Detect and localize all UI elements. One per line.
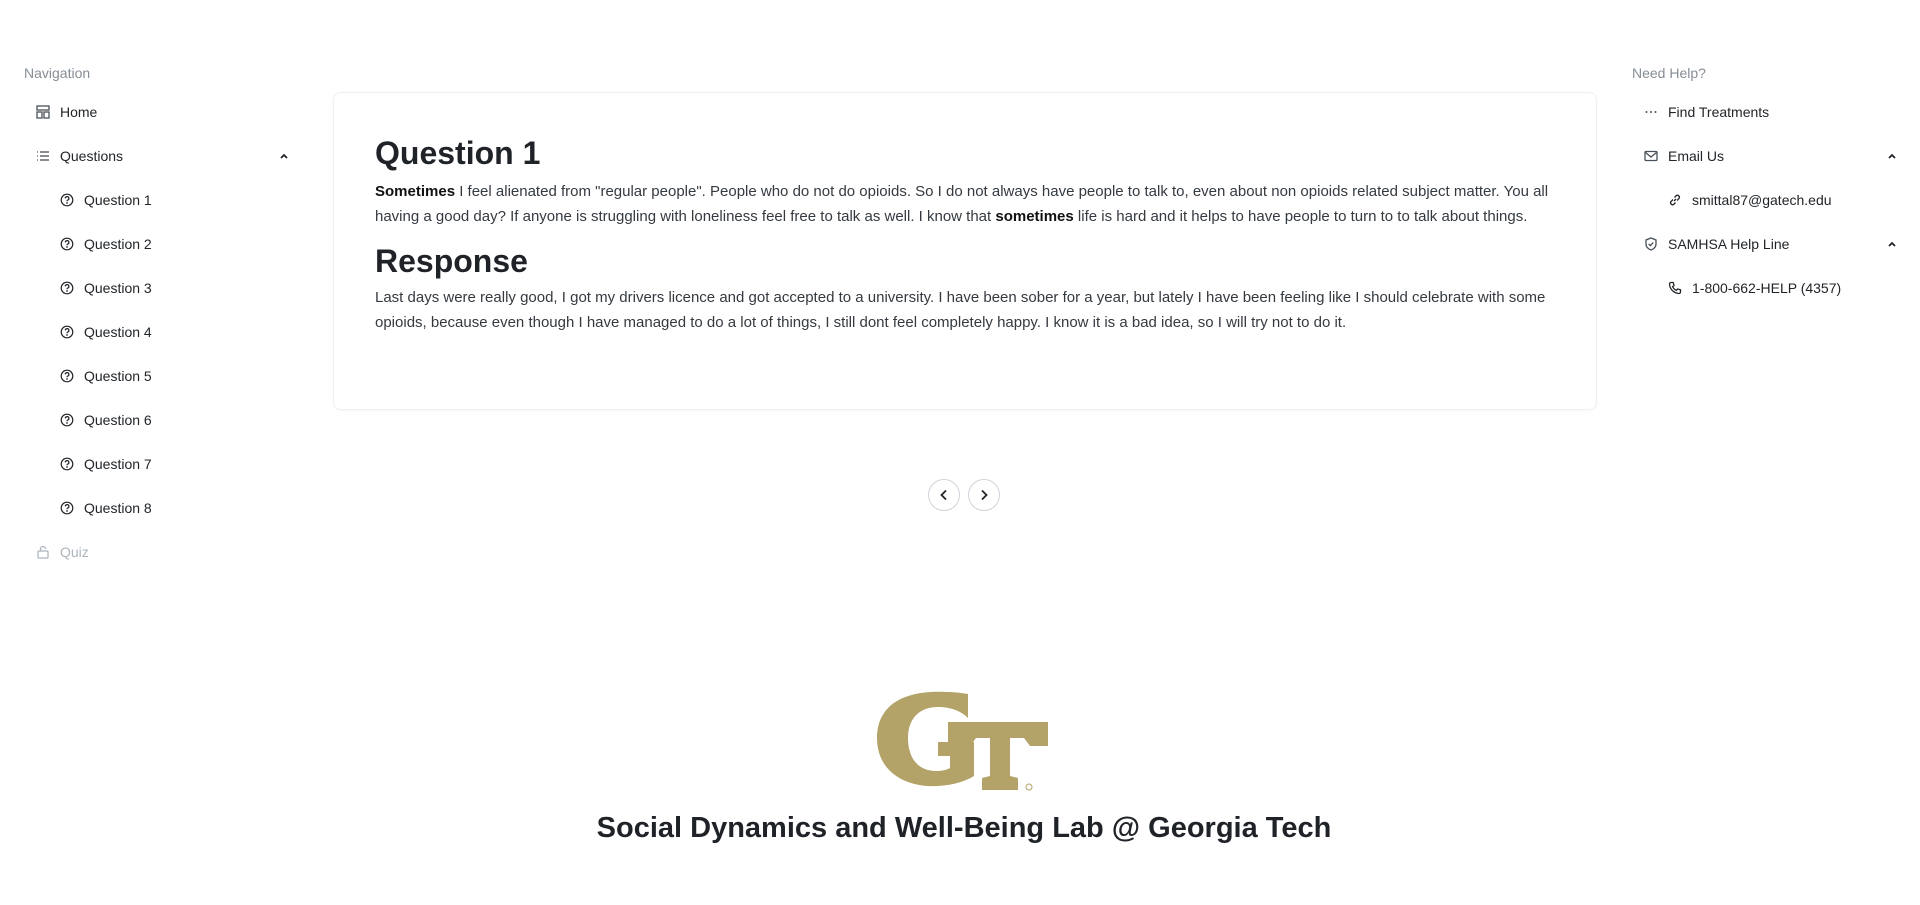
phone-number: 1-800-662-HELP (4357): [1692, 280, 1842, 296]
question-circle-icon: [60, 457, 74, 471]
nav-item-questions-label: Questions: [60, 148, 124, 164]
shield-check-icon: [1644, 237, 1658, 251]
question-highlight: Sometimes: [375, 183, 456, 200]
lab-title: Social Dynamics and Well-Being Lab @ Geo…: [596, 812, 1332, 844]
nav-item-question-2-label: Question 2: [84, 236, 152, 252]
nav-item-email-us[interactable]: Email Us: [1632, 134, 1908, 178]
nav-item-question-1[interactable]: Question 1: [24, 178, 300, 222]
email-address-link[interactable]: smittal87@gatech.edu: [1632, 178, 1908, 222]
question-text: Sometimes I feel alienated from "regular…: [375, 179, 1555, 229]
nav-item-home-label: Home: [60, 104, 98, 120]
nav-item-question-6-label: Question 6: [84, 412, 152, 428]
phone-icon: [1668, 281, 1682, 295]
question-circle-icon: [60, 501, 74, 515]
nav-item-quiz-label: Quiz: [60, 544, 89, 560]
next-button[interactable]: [968, 479, 1000, 511]
chevron-up-icon[interactable]: [1886, 238, 1898, 250]
nav-item-question-5-label: Question 5: [84, 368, 152, 384]
nav-item-question-3[interactable]: Question 3: [24, 266, 300, 310]
samhsa-help-line-label: SAMHSA Help Line: [1668, 236, 1790, 252]
help-heading: Need Help?: [1632, 65, 1706, 81]
nav-item-question-8-label: Question 8: [84, 500, 152, 516]
find-treatments-label: Find Treatments: [1668, 104, 1770, 120]
lock-open-icon: [36, 545, 50, 559]
dashboard-icon: [36, 105, 50, 119]
nav-item-question-2[interactable]: Question 2: [24, 222, 300, 266]
nav-item-home[interactable]: Home: [24, 90, 300, 134]
chevron-right-icon: [977, 488, 991, 502]
question-circle-icon: [60, 281, 74, 295]
question-highlight: sometimes: [995, 208, 1074, 225]
response-text: Last days were really good, I got my dri…: [375, 289, 1546, 331]
question-card: Question 1 Sometimes I feel alienated fr…: [333, 92, 1597, 410]
email-address: smittal87@gatech.edu: [1692, 192, 1832, 208]
nav-item-find-treatments[interactable]: Find Treatments: [1632, 90, 1908, 134]
question-circle-icon: [60, 193, 74, 207]
nav-item-quiz: Quiz: [24, 530, 300, 574]
nav-item-questions[interactable]: Questions: [24, 134, 300, 178]
nav-item-question-6[interactable]: Question 6: [24, 398, 300, 442]
link-icon: [1668, 193, 1682, 207]
nav-item-question-4-label: Question 4: [84, 324, 152, 340]
nav-item-samhsa-help-line[interactable]: SAMHSA Help Line: [1632, 222, 1908, 266]
pagination: [928, 479, 1000, 511]
navigation-heading: Navigation: [24, 65, 91, 81]
left-navigation: Navigation Home Questions Question 1 Que…: [24, 64, 300, 574]
dots-icon: [1644, 105, 1658, 119]
georgia-tech-logo: [876, 686, 1050, 794]
chevron-left-icon: [937, 488, 951, 502]
help-navigation: Need Help? Find Treatments Email Us smit…: [1632, 64, 1908, 310]
nav-item-question-5[interactable]: Question 5: [24, 354, 300, 398]
previous-button[interactable]: [928, 479, 960, 511]
nav-item-question-3-label: Question 3: [84, 280, 152, 296]
email-us-label: Email Us: [1668, 148, 1725, 164]
nav-item-question-7[interactable]: Question 7: [24, 442, 300, 486]
mail-icon: [1644, 149, 1658, 163]
nav-item-question-4[interactable]: Question 4: [24, 310, 300, 354]
chevron-up-icon[interactable]: [1886, 150, 1898, 162]
list-icon: [36, 149, 50, 163]
response-title: Response: [375, 243, 528, 279]
question-circle-icon: [60, 325, 74, 339]
question-title: Question 1: [375, 135, 541, 171]
question-circle-icon: [60, 369, 74, 383]
nav-item-question-7-label: Question 7: [84, 456, 152, 472]
question-circle-icon: [60, 237, 74, 251]
phone-number-link[interactable]: 1-800-662-HELP (4357): [1632, 266, 1908, 310]
nav-item-question-8[interactable]: Question 8: [24, 486, 300, 530]
nav-item-question-1-label: Question 1: [84, 192, 152, 208]
question-text-part-2: life is hard and it helps to have people…: [1073, 208, 1528, 225]
question-circle-icon: [60, 413, 74, 427]
chevron-up-icon[interactable]: [278, 150, 290, 162]
